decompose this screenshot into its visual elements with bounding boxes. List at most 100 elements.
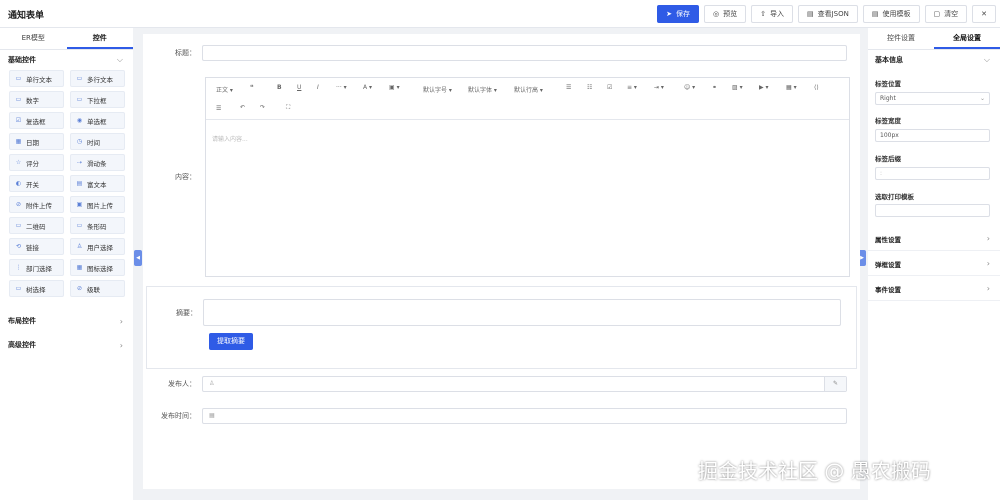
summary-textarea[interactable] <box>203 299 841 326</box>
advanced-widgets-header[interactable]: 高级控件 › <box>0 333 133 357</box>
pick-user-button[interactable]: ✎ <box>824 377 846 391</box>
table-icon[interactable]: ▦ ▾ <box>786 84 797 91</box>
bold-icon[interactable]: B <box>277 84 282 91</box>
font-family-select[interactable]: 默认字体 ▾ <box>468 85 497 94</box>
line-height-select[interactable]: 默认行高 ▾ <box>514 85 543 94</box>
basic-info-header[interactable]: 基本信息 ⌵ <box>868 50 1000 70</box>
undo-icon[interactable]: ↶ <box>240 104 245 111</box>
preview-button[interactable]: ◎ 预览 <box>704 5 747 23</box>
widget-rich-text[interactable]: ▤ 富文本 <box>70 175 125 192</box>
publisher-input[interactable]: ♙ ✎ <box>202 376 847 392</box>
link-icon[interactable]: ⚭ <box>712 84 717 91</box>
label-position-select[interactable]: Right ⌄ <box>875 92 990 105</box>
widget-number[interactable]: ▭ 数字 <box>9 91 64 108</box>
label-width-label: 标签宽度 <box>875 117 901 125</box>
widget-dept-select[interactable]: ⋮ 部门选择 <box>9 259 64 276</box>
view-json-button[interactable]: ▤ 查看JSON <box>797 5 858 23</box>
widget-radio[interactable]: ◉ 单选框 <box>70 112 125 129</box>
right-tabs: 控件设置 全局设置 <box>868 28 1000 50</box>
popup-settings-row[interactable]: 弹框设置 › <box>868 252 1000 276</box>
todo-icon[interactable]: ☑ <box>607 84 612 91</box>
widget-rate[interactable]: ☆ 评分 <box>9 154 64 171</box>
chevron-right-icon: › <box>119 316 123 326</box>
more-icon[interactable]: ··· ▾ <box>336 84 347 91</box>
props-settings-row[interactable]: 属性设置 › <box>868 227 1000 251</box>
redo-icon[interactable]: ↷ <box>260 104 265 111</box>
widget-single-line-text[interactable]: ▭ 单行文本 <box>9 70 64 87</box>
rich-text-editor[interactable]: 正文 ▾ ❝ B U I ··· ▾ A ▾ ▣ ▾ 默认字号 ▾ 默认字体 ▾… <box>205 77 850 277</box>
extract-summary-button[interactable]: 提取摘要 <box>209 333 253 350</box>
label-suffix-label: 标签后缀 <box>875 155 901 163</box>
use-template-button[interactable]: ▤ 使用模板 <box>862 5 920 23</box>
widget-file-upload[interactable]: ⊘ 附件上传 <box>9 196 64 213</box>
close-button[interactable]: ✕ <box>972 5 996 23</box>
tab-er-model[interactable]: ER模型 <box>0 28 67 49</box>
summary-section: 摘要： 提取摘要 <box>146 286 857 369</box>
form-row-summary: 摘要： <box>147 299 841 326</box>
emoji-icon[interactable]: ☺ ▾ <box>684 84 695 91</box>
code-icon[interactable]: ⟨⟩ <box>814 84 819 91</box>
user-icon: ♙ <box>209 380 215 387</box>
numbered-list-icon[interactable]: ☷ <box>587 84 592 91</box>
editor-toolbar: 正文 ▾ ❝ B U I ··· ▾ A ▾ ▣ ▾ 默认字号 ▾ 默认字体 ▾… <box>206 78 849 120</box>
org-icon: ⋮ <box>15 264 22 271</box>
collapse-left-button[interactable]: ◀ <box>134 250 142 266</box>
widget-time[interactable]: ◷ 时间 <box>70 133 125 150</box>
calendar-icon: ▦ <box>209 412 215 419</box>
label-width-input[interactable]: 100px <box>875 129 990 142</box>
eye-icon: ◎ <box>713 10 720 18</box>
basic-widgets-header[interactable]: 基础控件 ⌵ <box>0 50 133 70</box>
chevron-down-icon: ⌵ <box>116 55 123 64</box>
widget-tree-select[interactable]: ▭ 树选择 <box>9 280 64 297</box>
bullet-list-icon[interactable]: ☰ <box>566 84 571 91</box>
widget-barcode[interactable]: ▭ 条形码 <box>70 217 125 234</box>
widget-checkbox[interactable]: ☑ 复选框 <box>9 112 64 129</box>
watermark: 掘金技术社区 @ 愚农搬码 <box>698 459 931 483</box>
divider-icon[interactable]: ☰ <box>216 105 221 112</box>
underline-icon[interactable]: U <box>297 84 301 91</box>
editor-placeholder: 请输入内容... <box>212 136 248 143</box>
upload-icon: ⇧ <box>760 10 766 18</box>
tab-widgets[interactable]: 控件 <box>66 28 133 49</box>
paragraph-select[interactable]: 正文 ▾ <box>216 85 233 94</box>
title-input[interactable] <box>202 45 847 61</box>
quote-icon[interactable]: ❝ <box>250 84 254 91</box>
publish-time-input[interactable]: ▦ <box>202 408 847 424</box>
widget-image-upload[interactable]: ▣ 图片上传 <box>70 196 125 213</box>
import-button[interactable]: ⇧ 导入 <box>751 5 793 23</box>
widget-icon-select[interactable]: ▦ 图标选择 <box>70 259 125 276</box>
save-button[interactable]: ➤ 保存 <box>657 5 699 23</box>
widget-qrcode[interactable]: ▭ 二维码 <box>9 217 64 234</box>
widget-user-select[interactable]: ♙ 用户选择 <box>70 238 125 255</box>
tab-global-settings[interactable]: 全局设置 <box>934 28 1000 49</box>
left-tabs: ER模型 控件 <box>0 28 133 50</box>
image-icon[interactable]: ▨ ▾ <box>732 84 743 91</box>
rich-text-icon: ▤ <box>76 180 83 187</box>
widget-switch[interactable]: ◐ 开关 <box>9 175 64 192</box>
widget-multi-line-text[interactable]: ▭ 多行文本 <box>70 70 125 87</box>
italic-icon[interactable]: I <box>317 84 319 91</box>
event-settings-row[interactable]: 事件设置 › <box>868 277 1000 301</box>
video-icon[interactable]: ▶ ▾ <box>759 84 769 91</box>
bg-color-icon[interactable]: ▣ ▾ <box>389 84 400 91</box>
print-template-input[interactable] <box>875 204 990 217</box>
tab-widget-settings[interactable]: 控件设置 <box>868 28 934 49</box>
chevron-down-icon: ⌄ <box>979 95 985 102</box>
clock-icon: ◷ <box>76 138 83 145</box>
label-suffix-input[interactable]: : <box>875 167 990 180</box>
widget-link[interactable]: ⟲ 链接 <box>9 238 64 255</box>
chevron-right-icon: › <box>986 284 990 293</box>
clear-button[interactable]: ▢ 清空 <box>924 5 968 23</box>
indent-icon[interactable]: ⇥ ▾ <box>654 84 664 91</box>
widget-slider[interactable]: ⇢ 滑动条 <box>70 154 125 171</box>
layout-widgets-header[interactable]: 布局控件 › <box>0 309 133 333</box>
font-color-icon[interactable]: A ▾ <box>363 84 372 91</box>
align-icon[interactable]: ≡ ▾ <box>627 84 637 91</box>
font-size-select[interactable]: 默认字号 ▾ <box>423 85 452 94</box>
widget-date[interactable]: ▦ 日期 <box>9 133 64 150</box>
fullscreen-icon[interactable]: ⛶ <box>286 104 290 112</box>
form-row-title: 标题： <box>146 45 847 61</box>
widget-cascader[interactable]: ⊘ 级联 <box>70 280 125 297</box>
widget-select[interactable]: ▭ 下拉框 <box>70 91 125 108</box>
number-icon: ▭ <box>15 96 22 103</box>
